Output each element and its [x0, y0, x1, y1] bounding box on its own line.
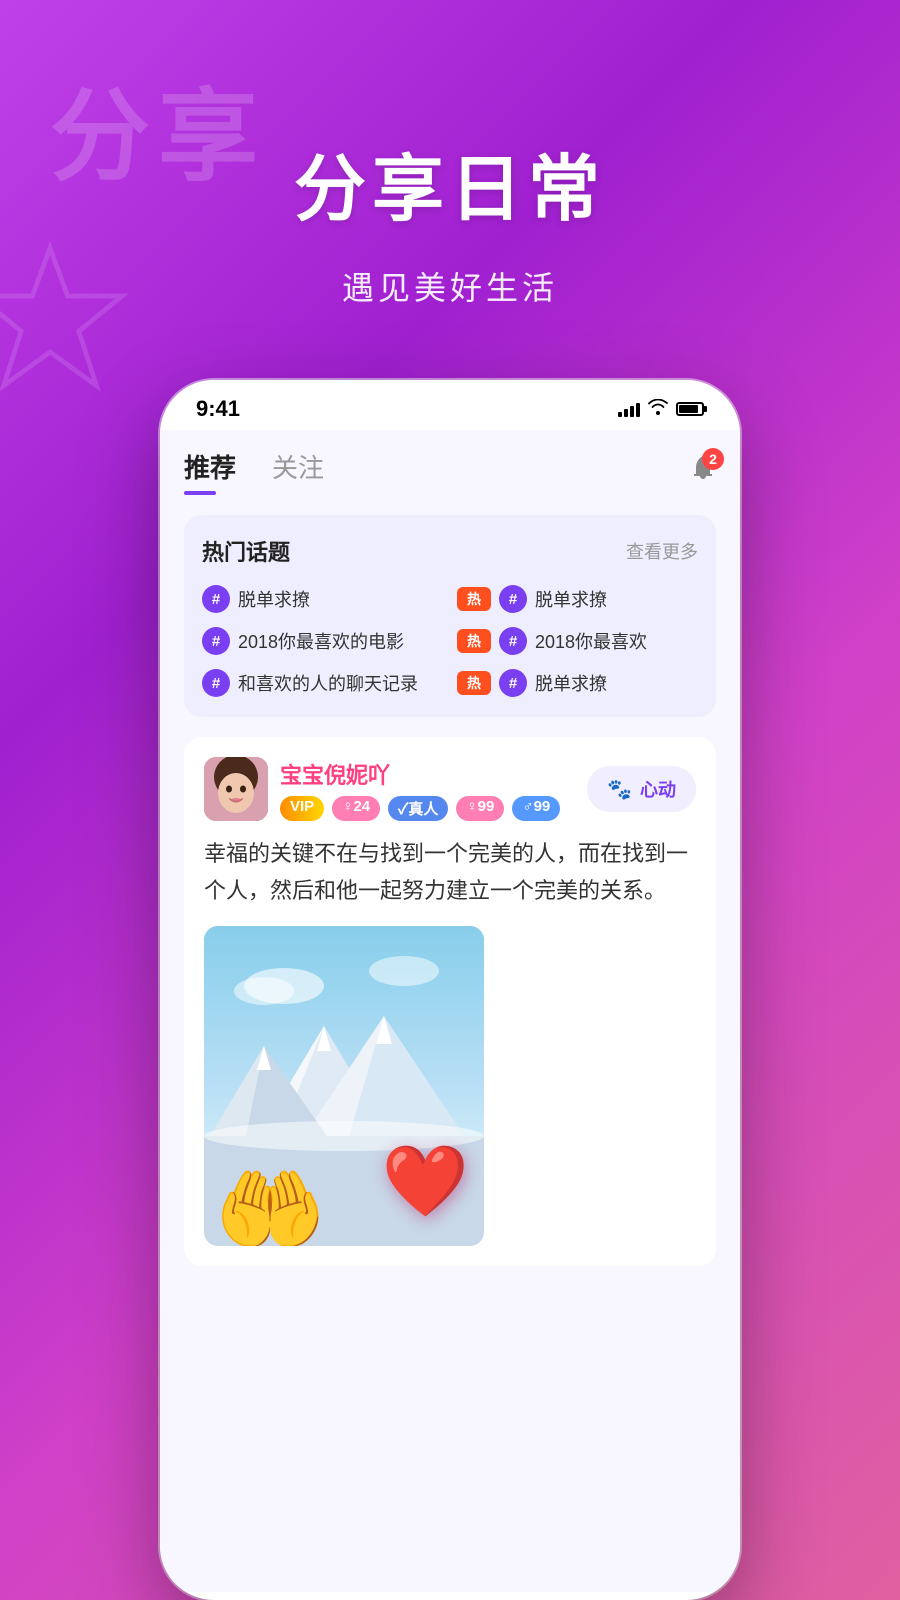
battery-icon: [676, 402, 704, 416]
status-time: 9:41: [196, 396, 240, 422]
hashtag-icon-6: #: [499, 669, 527, 697]
status-bar: 9:41: [160, 380, 740, 430]
status-icons: [618, 399, 704, 420]
hero-section: 分享日常 遇见美好生活: [0, 0, 900, 309]
topic-item-5[interactable]: # 和喜欢的人的聊天记录: [202, 669, 443, 697]
post-header: 宝宝倪妮吖 VIP ♀24 ✓真人 ♀99 ♂99 🐾 心动: [204, 757, 696, 821]
topic-item-4[interactable]: 热 # 2018你最喜欢: [457, 627, 698, 655]
post-username: 宝宝倪妮吖: [280, 758, 575, 790]
phone-mockup: 9:41 推荐: [160, 380, 740, 1600]
topic-text-4: 2018你最喜欢: [535, 628, 647, 654]
badge-real: ✓真人: [388, 796, 448, 821]
topic-text-5: 和喜欢的人的聊天记录: [238, 670, 418, 696]
post-text: 幸福的关键不在与找到一个完美的人，而在找到一个人，然后和他一起努力建立一个完美的…: [204, 835, 696, 910]
post-badges: VIP ♀24 ✓真人 ♀99 ♂99: [280, 796, 575, 821]
avatar: [204, 757, 268, 821]
phone-frame: 9:41 推荐: [160, 380, 740, 1600]
bell-button[interactable]: 2: [690, 454, 716, 489]
avatar-face: [204, 757, 268, 821]
tab-recommended[interactable]: 推荐: [184, 448, 236, 495]
hero-subtitle: 遇见美好生活: [0, 263, 900, 309]
hashtag-icon-5: #: [202, 669, 230, 697]
topic-item-2[interactable]: 热 # 脱单求撩: [457, 585, 698, 613]
topic-text-3: 2018你最喜欢的电影: [238, 628, 404, 654]
see-more-button[interactable]: 查看更多: [626, 538, 698, 564]
heart-btn-label: 心动: [640, 776, 676, 802]
bell-badge: 2: [702, 448, 724, 470]
post-card: 宝宝倪妮吖 VIP ♀24 ✓真人 ♀99 ♂99 🐾 心动: [184, 737, 716, 1266]
hero-title: 分享日常: [0, 130, 900, 235]
topic-item-3[interactable]: # 2018你最喜欢的电影: [202, 627, 443, 655]
topics-grid: # 脱单求撩 热 # 脱单求撩 # 2018你最喜欢的电影 热: [202, 585, 698, 697]
topic-text-1: 脱单求撩: [238, 586, 310, 612]
wifi-icon: [648, 399, 668, 420]
heart-button[interactable]: 🐾 心动: [587, 766, 696, 812]
badge-vip: VIP: [280, 796, 324, 821]
heart-icon: 🐾: [607, 777, 632, 802]
hot-badge-2: 热: [457, 587, 491, 611]
topic-item-6[interactable]: 热 # 脱单求撩: [457, 669, 698, 697]
hand-decoration: 🤲: [214, 1166, 326, 1246]
signal-icon: [618, 401, 640, 417]
badge-female-age: ♀24: [332, 796, 380, 821]
hot-topics-title: 热门话题: [202, 535, 290, 567]
tab-following[interactable]: 关注: [272, 448, 324, 495]
hot-badge-6: 热: [457, 671, 491, 695]
topic-item-1[interactable]: # 脱单求撩: [202, 585, 443, 613]
badge-female99: ♀99: [456, 796, 504, 821]
hot-topics-card: 热门话题 查看更多 # 脱单求撩 热 # 脱单求撩: [184, 515, 716, 717]
post-image: ❤️ 🤲: [204, 926, 484, 1246]
topic-text-6: 脱单求撩: [535, 670, 607, 696]
heart-decoration: ❤️: [382, 1146, 469, 1216]
hot-topics-header: 热门话题 查看更多: [202, 535, 698, 567]
hashtag-icon-4: #: [499, 627, 527, 655]
hot-badge-4: 热: [457, 629, 491, 653]
app-content: 推荐 关注 2 热门话题 查看更多: [160, 430, 740, 1592]
hashtag-icon-2: #: [499, 585, 527, 613]
badge-male99: ♂99: [512, 796, 560, 821]
hashtag-icon-3: #: [202, 627, 230, 655]
topic-text-2: 脱单求撩: [535, 586, 607, 612]
post-user-info: 宝宝倪妮吖 VIP ♀24 ✓真人 ♀99 ♂99: [280, 758, 575, 821]
nav-tabs: 推荐 关注 2: [184, 430, 716, 495]
hashtag-icon-1: #: [202, 585, 230, 613]
